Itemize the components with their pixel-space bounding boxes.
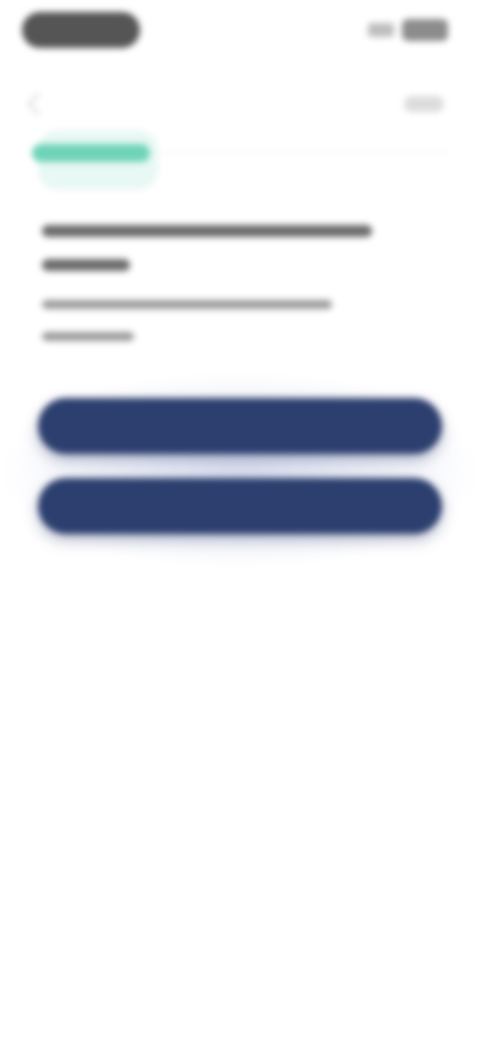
- heading-line-1-text: [42, 225, 372, 238]
- signal-icon: [368, 23, 394, 37]
- status-icons: [368, 18, 448, 42]
- description-line-1: [42, 288, 342, 320]
- category-tag: [32, 144, 150, 162]
- status-bar: [0, 0, 480, 62]
- description-line-2: [42, 320, 342, 352]
- heading-line-2-text: [42, 259, 130, 272]
- battery-icon: [402, 19, 448, 41]
- top-bar: [0, 86, 480, 126]
- app-screen: [0, 0, 480, 1040]
- chevron-left-icon[interactable]: [26, 92, 50, 116]
- heading-line-2: [42, 248, 382, 282]
- page-description: [42, 288, 342, 352]
- secondary-button[interactable]: [38, 478, 442, 534]
- heading-line-1: [42, 214, 382, 248]
- primary-button[interactable]: [38, 398, 442, 454]
- page-heading: [42, 214, 382, 282]
- divider: [160, 152, 450, 153]
- description-line-2-text: [42, 331, 134, 341]
- top-right-action[interactable]: [404, 96, 444, 112]
- status-time-pill: [22, 12, 140, 48]
- description-line-1-text: [42, 299, 332, 309]
